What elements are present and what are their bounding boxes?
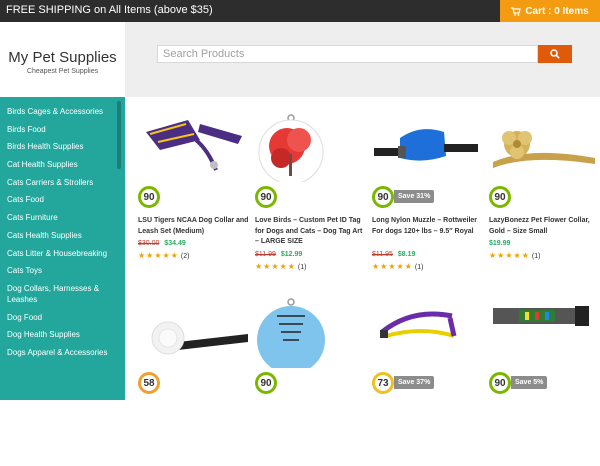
site-tagline: Cheapest Pet Supplies — [26, 68, 99, 75]
old-price: $11.99 — [255, 251, 276, 258]
review-count: (1) — [414, 264, 424, 271]
cart-button[interactable]: Cart : 0 Items — [500, 0, 600, 22]
product-image-blue-tag[interactable] — [255, 296, 367, 368]
score-badge: 90 — [372, 186, 394, 208]
star-icons: ★★★★★ — [489, 251, 530, 260]
rating-stars: ★★★★★ (1) — [489, 251, 540, 260]
star-icons: ★★★★★ — [138, 251, 179, 260]
sale-price: $34.49 — [164, 240, 186, 247]
site-title: My Pet Supplies — [8, 49, 117, 66]
star-icons: ★★★★★ — [372, 262, 413, 271]
product-card[interactable]: 90 Love Birds – Custom Pet ID Tag for Do… — [255, 110, 367, 280]
product-image-patterned-collar[interactable] — [489, 296, 600, 368]
star-icons: ★★★★★ — [255, 262, 296, 271]
product-price: $30.00 $34.49 — [138, 240, 186, 247]
product-image-flower-collar[interactable] — [489, 110, 600, 182]
sidebar-item[interactable]: Birds Food — [0, 121, 125, 139]
product-card[interactable]: 90 LSU Tigers NCAA Dog Collar and Leash … — [138, 110, 250, 280]
sidebar-item[interactable]: Cats Toys — [0, 262, 125, 280]
sidebar-item[interactable]: Cats Carriers & Strollers — [0, 174, 125, 192]
product-card[interactable]: 73 Save 37% — [372, 296, 484, 466]
score-badge: 90 — [138, 186, 160, 208]
sidebar-item[interactable]: Dog Food — [0, 309, 125, 327]
free-shipping-banner: FREE SHIPPING on All Items (above $35) — [6, 4, 213, 16]
search-button[interactable] — [538, 45, 572, 63]
product-image-pet-tag[interactable] — [255, 110, 367, 182]
sale-price: $12.99 — [280, 251, 303, 258]
review-count: (1) — [297, 264, 307, 271]
top-bar: FREE SHIPPING on All Items (above $35) C… — [0, 0, 600, 22]
product-title[interactable]: Love Birds – Custom Pet ID Tag for Dogs … — [255, 216, 367, 248]
sidebar-item[interactable]: Dog Health Supplies — [0, 326, 125, 344]
product-image-harness[interactable] — [372, 296, 484, 368]
category-sidebar: Birds Cages & Accessories Birds Food Bir… — [0, 97, 125, 400]
product-title[interactable]: Long Nylon Muzzle – Rottweiler For dogs … — [372, 216, 484, 237]
score-badge: 90 — [255, 372, 277, 394]
score-badge: 90 — [255, 186, 277, 208]
score-badge: 90 — [489, 186, 511, 208]
product-image-collar-leash[interactable] — [138, 110, 250, 182]
discount-tag: Save 31% — [394, 190, 435, 203]
rating-stars: ★★★★★ (1) — [372, 262, 423, 271]
old-price: $30.00 — [138, 240, 160, 247]
product-card[interactable]: 90 Save 31% Long Nylon Muzzle – Rottweil… — [372, 110, 484, 280]
product-price: $19.99 — [489, 240, 510, 247]
sidebar-item[interactable]: Cats Furniture — [0, 209, 125, 227]
product-card[interactable]: 90 — [255, 296, 367, 466]
review-count: (1) — [531, 253, 541, 260]
sidebar-item[interactable]: Birds Health Supplies — [0, 138, 125, 156]
product-price: $11.95 $8.19 — [372, 251, 415, 258]
score-badge: 73 — [372, 372, 394, 394]
product-image-white-flower-collar[interactable] — [138, 296, 250, 368]
product-card[interactable]: 90 Save 5% — [489, 296, 600, 466]
cart-icon — [511, 6, 522, 16]
sidebar-item[interactable]: Dog Collars, Harnesses & Leashes — [0, 280, 125, 309]
product-image-muzzle[interactable] — [372, 110, 484, 182]
review-count: (2) — [180, 253, 190, 260]
sidebar-item[interactable]: Cats Litter & Housebreaking — [0, 245, 125, 263]
site-logo[interactable]: My Pet Supplies Cheapest Pet Supplies — [0, 22, 125, 97]
sale-price: $19.99 — [489, 240, 511, 247]
rating-stars: ★★★★★ (2) — [138, 251, 189, 260]
discount-tag: Save 37% — [394, 376, 435, 389]
rating-stars: ★★★★★ (1) — [255, 262, 306, 271]
score-badge: 58 — [138, 372, 160, 394]
sidebar-scrollbar[interactable] — [117, 101, 121, 169]
product-title[interactable]: LazyBonezz Pet Flower Collar, Gold – Siz… — [489, 216, 600, 237]
product-card[interactable]: 58 — [138, 296, 250, 466]
old-price: $11.95 — [372, 251, 393, 258]
discount-tag: Save 5% — [511, 376, 548, 389]
cart-label: Cart : 0 Items — [525, 5, 589, 17]
header: My Pet Supplies Cheapest Pet Supplies — [0, 22, 600, 97]
score-badge: 90 — [489, 372, 511, 394]
sale-price: $8.19 — [397, 251, 416, 258]
sidebar-item[interactable]: Cat Health Supplies — [0, 156, 125, 174]
product-card[interactable]: 90 LazyBonezz Pet Flower Collar, Gold – … — [489, 110, 600, 280]
sidebar-item[interactable]: Birds Cages & Accessories — [0, 103, 125, 121]
product-price: $11.99 $12.99 — [255, 251, 302, 258]
product-grid: 90 LSU Tigers NCAA Dog Collar and Leash … — [130, 100, 600, 400]
product-title[interactable]: LSU Tigers NCAA Dog Collar and Leash Set… — [138, 216, 250, 237]
search-input[interactable] — [157, 45, 538, 63]
sidebar-item[interactable]: Cats Food — [0, 191, 125, 209]
sidebar-item[interactable]: Dogs Apparel & Accessories — [0, 344, 125, 362]
search-icon — [550, 49, 560, 59]
sidebar-item[interactable]: Cats Health Supplies — [0, 227, 125, 245]
